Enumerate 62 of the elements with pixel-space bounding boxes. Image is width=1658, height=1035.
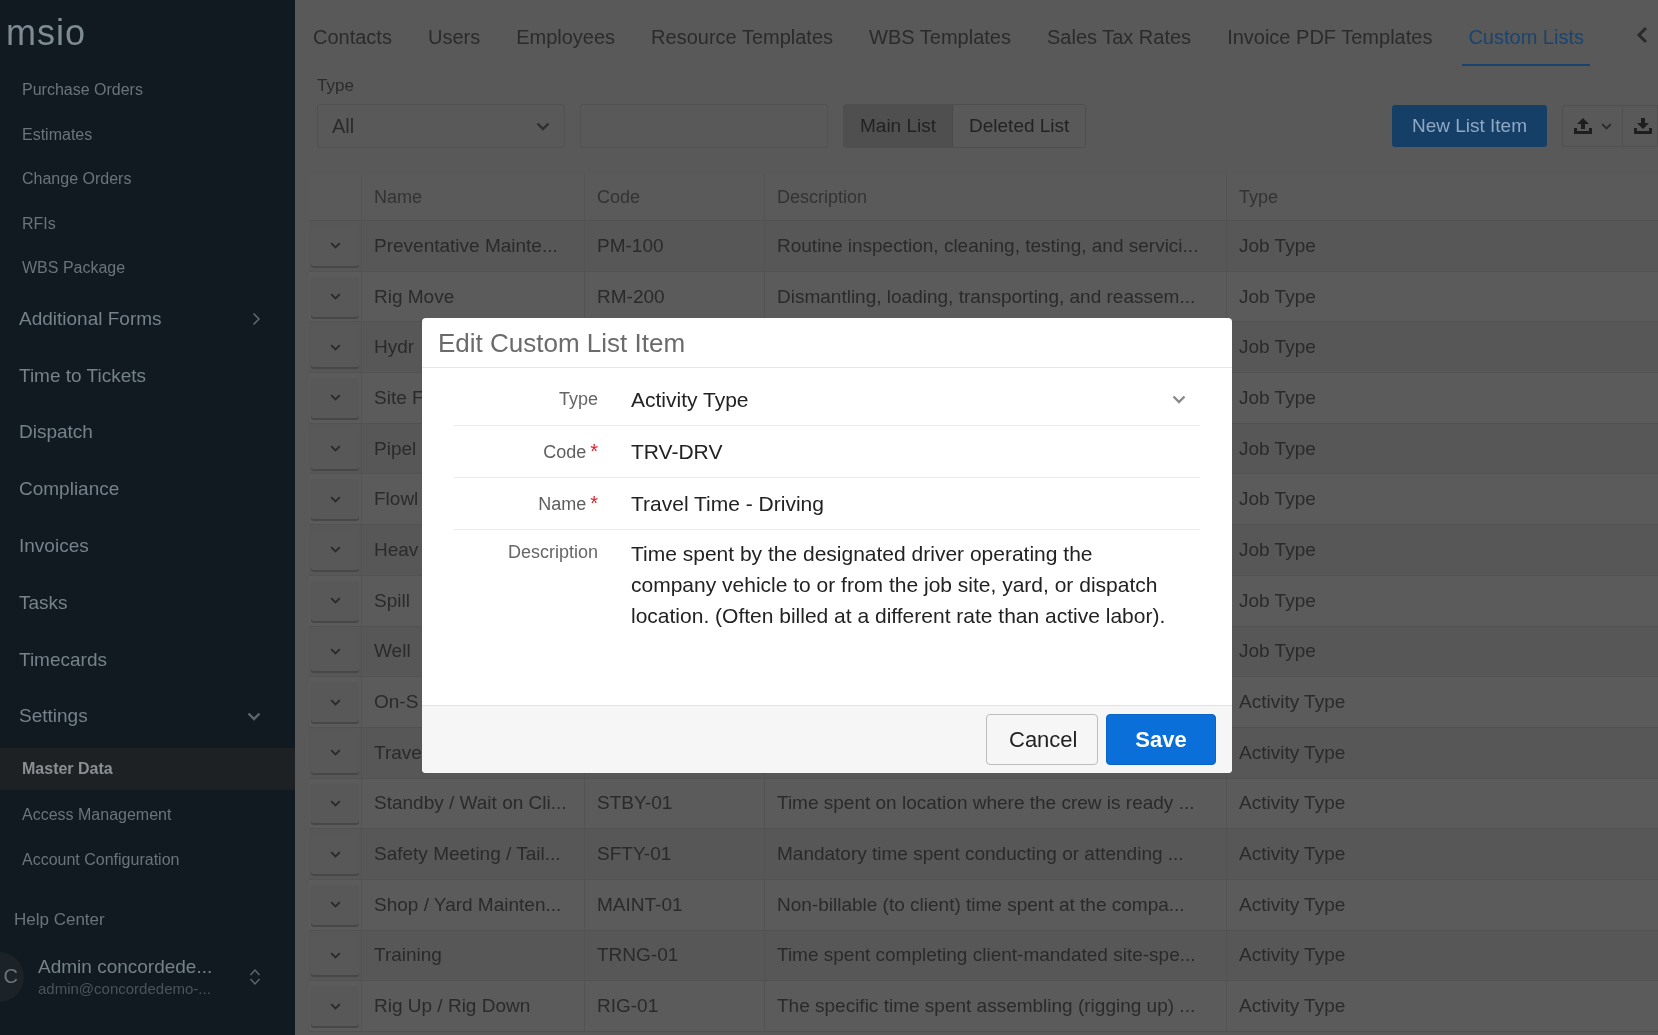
chevron-down-icon: [329, 850, 341, 858]
required-mark: *: [590, 492, 598, 515]
sidebar-item[interactable]: Dispatch: [0, 404, 295, 461]
text-field[interactable]: TRV-DRV: [631, 439, 1200, 464]
field-label: Description: [507, 542, 598, 563]
sidebar-item[interactable]: Change Orders: [0, 157, 295, 202]
chevron-down-icon: [329, 445, 341, 453]
field-label: Type: [558, 389, 598, 410]
required-mark: *: [590, 440, 598, 463]
chevron-down-icon: [329, 394, 341, 402]
chevron-down-icon: [329, 242, 341, 250]
cancel-button[interactable]: Cancel: [986, 714, 1098, 765]
user-email: admin@concordedemo-...: [38, 980, 212, 998]
sidebar-item[interactable]: WBS Package: [0, 246, 295, 291]
chevron-down-icon: [329, 951, 341, 959]
sidebar-item[interactable]: Invoices: [0, 517, 295, 575]
field-label: Name: [538, 494, 587, 515]
user-name: Admin concordede...: [38, 956, 214, 979]
caret-icon: [1601, 122, 1612, 130]
chevron-down-icon: [1172, 395, 1186, 404]
chevron-down-icon: [329, 1002, 341, 1010]
field-label: Code: [543, 442, 587, 463]
chevron-down-icon: [329, 749, 341, 757]
sidebar-item[interactable]: Time to Tickets: [0, 347, 295, 405]
upload-icon: [1573, 117, 1593, 135]
sidebar-item[interactable]: Compliance: [0, 460, 295, 518]
chevron-down-icon: [536, 121, 550, 131]
export-button[interactable]: [1562, 105, 1623, 147]
description-field[interactable]: Time spent by the designated driver operating the company vehicle to or from the job site, yard, or dispatch location. (Often billed at a different rate than active labor).: [631, 538, 1181, 675]
sidebar-item[interactable]: Estimates: [0, 112, 295, 157]
text-field[interactable]: Travel Time - Driving: [631, 491, 1200, 516]
type-select[interactable]: Activity Type: [631, 387, 1200, 412]
help-link[interactable]: Help Center: [14, 909, 295, 930]
chevron-down-icon: [329, 647, 341, 655]
chevron-down-icon: [329, 597, 341, 605]
chevron-left-icon: [1636, 26, 1648, 44]
sidebar-item[interactable]: Timecards: [0, 631, 295, 689]
avatar: C: [0, 951, 24, 1002]
sidebar-item[interactable]: Tasks: [0, 574, 295, 632]
chevron-down-icon: [329, 698, 341, 706]
chevron-right-icon: [252, 311, 261, 326]
logo: msio: [6, 12, 87, 55]
chevron-down-icon: [329, 799, 341, 807]
chevron-down-icon: [329, 343, 341, 351]
new-list-item-button[interactable]: New List Item: [1391, 105, 1547, 147]
sidebar-item[interactable]: Master Data: [0, 747, 295, 790]
dialog-title: Edit Custom List Item: [422, 318, 1232, 368]
sidebar-item[interactable]: Account Configuration: [0, 837, 295, 882]
chevron-down-icon: [329, 293, 341, 301]
sidebar-item[interactable]: Settings: [0, 688, 295, 745]
chevron-down-icon: [329, 546, 341, 554]
chevron-down-icon: [329, 495, 341, 503]
sidebar-item[interactable]: Access Management: [0, 792, 295, 838]
save-button[interactable]: Save: [1106, 714, 1216, 765]
chevron-down-icon: [329, 901, 341, 909]
chevron-down-icon: [247, 711, 261, 721]
sidebar-item[interactable]: RFIs: [0, 201, 295, 246]
sidebar-item[interactable]: Additional Forms: [0, 290, 295, 348]
download-button[interactable]: [1623, 105, 1658, 147]
up-down-icon: [249, 967, 261, 986]
download-icon: [1633, 117, 1653, 135]
sidebar-item[interactable]: Purchase Orders: [0, 68, 295, 113]
